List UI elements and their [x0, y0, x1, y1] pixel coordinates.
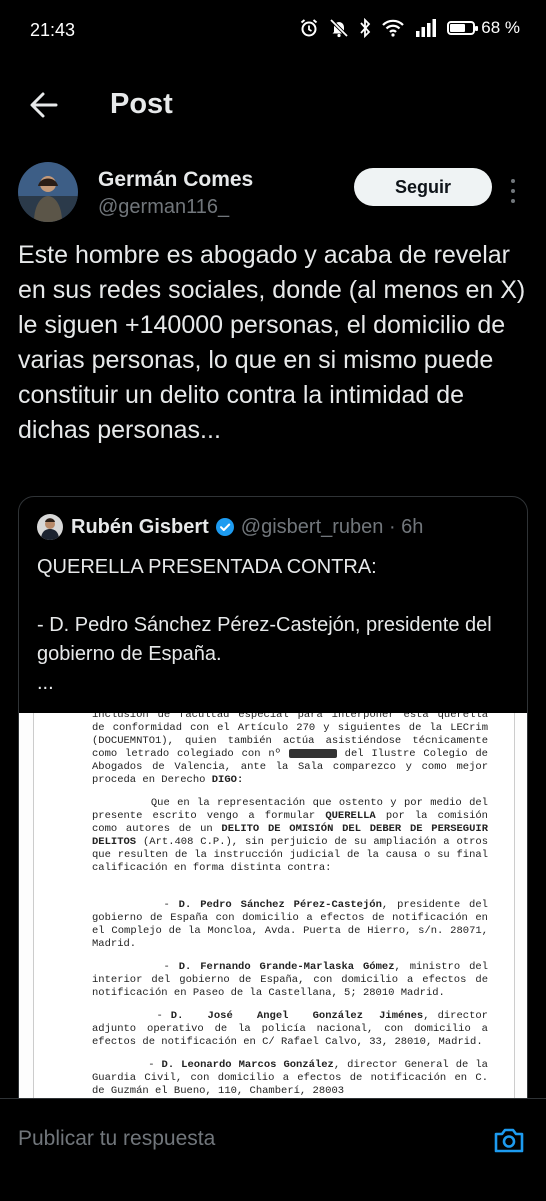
quoted-post-header: Rubén Gisbert @gisbert_ruben · 6h: [37, 513, 423, 541]
alarm-icon: [301, 19, 318, 37]
quoted-author-handle: @gisbert_ruben · 6h: [240, 515, 424, 538]
status-icons: 68 %: [299, 18, 520, 38]
document-item: - D. Fernando Grande-Marlaska Gómez, min…: [92, 961, 495, 999]
author-name[interactable]: Germán Comes: [98, 168, 253, 192]
battery-icon: [447, 21, 479, 35]
more-vertical-icon[interactable]: [506, 176, 520, 206]
reply-bar: Publicar tu respuesta: [0, 1098, 546, 1201]
document-item: - D. Pedro Sánchez Pérez-Castejón, presi…: [92, 899, 495, 950]
verified-badge-icon: [215, 518, 234, 536]
status-time: 21:43: [30, 20, 76, 40]
arrow-left-icon[interactable]: [26, 88, 60, 122]
quoted-post-text: QUERELLA PRESENTADA CONTRA: - D. Pedro S…: [37, 556, 492, 694]
page-title: Post: [110, 88, 173, 120]
follow-button[interactable]: Seguir: [354, 168, 492, 206]
camera-icon[interactable]: [492, 1123, 526, 1157]
document-page: inclusión de facultad especial para inte…: [33, 713, 515, 1115]
document-paragraph: Que en la representación que ostento y p…: [92, 797, 495, 874]
quoted-image-document[interactable]: inclusión de facultad especial para inte…: [19, 713, 527, 1115]
document-item: - D. Leonardo Marcos González, director …: [92, 1059, 495, 1097]
author-handle[interactable]: @german116_: [98, 196, 229, 219]
battery-level: [450, 24, 465, 32]
document-item: - D. José Angel González Jiménes, direct…: [92, 1010, 495, 1048]
avatar[interactable]: [18, 162, 78, 222]
quoted-author-name: Rubén Gisbert: [71, 515, 209, 538]
mute-bell-icon: [330, 18, 349, 38]
wifi-icon: [382, 19, 405, 37]
document-paragraph: inclusión de facultad especial para inte…: [92, 713, 495, 786]
status-bar: 21:43 68 %: [0, 0, 546, 62]
reply-input[interactable]: Publicar tu respuesta: [18, 1127, 215, 1151]
quoted-post[interactable]: Rubén Gisbert @gisbert_ruben · 6h QUEREL…: [18, 496, 528, 1116]
battery-text: 68 %: [481, 18, 520, 37]
redaction-mark: [288, 748, 337, 758]
post-text: Este hombre es abogado y acaba de revela…: [18, 241, 533, 444]
post-author: Germán Comes @german116_ Seguir: [18, 162, 528, 226]
bluetooth-icon: [360, 18, 371, 38]
document-text: inclusión de facultad especial para inte…: [92, 713, 488, 1108]
battery-indicator: 68 %: [447, 18, 520, 38]
top-app-bar: Post: [0, 70, 546, 140]
signal-icon: [416, 19, 437, 37]
quoted-avatar: [37, 514, 63, 540]
